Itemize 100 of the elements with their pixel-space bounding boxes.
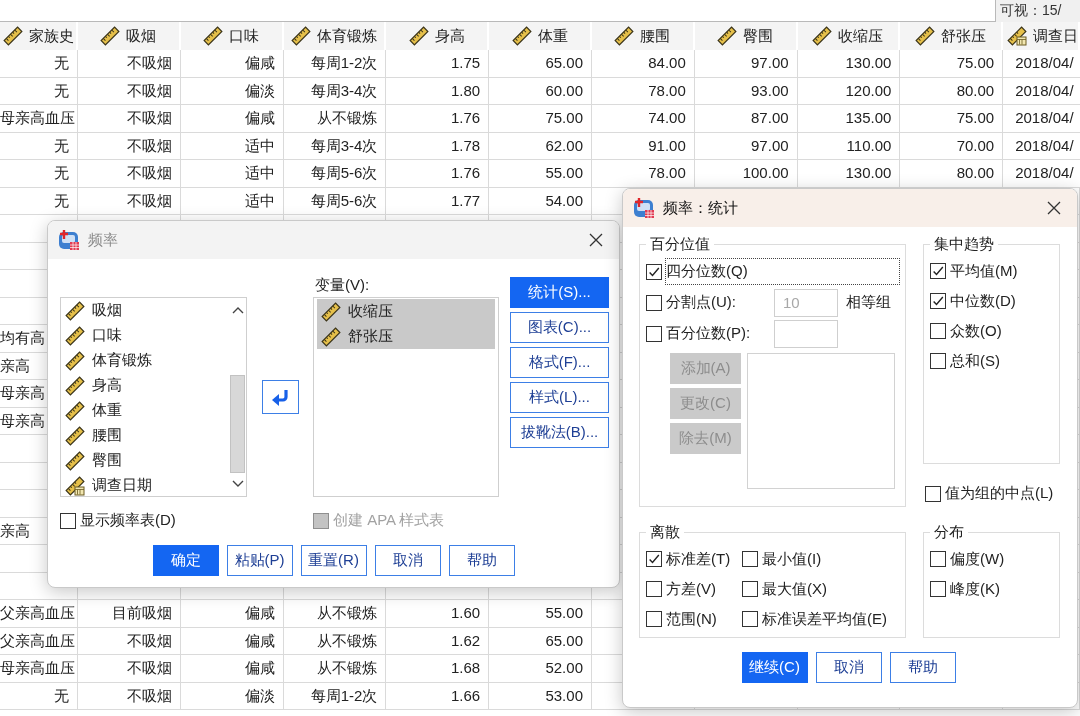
- checkbox[interactable]: [60, 512, 76, 529]
- header-cell[interactable]: 口味: [180, 22, 284, 50]
- checkbox[interactable]: [646, 551, 662, 567]
- checkbox-label: 偏度(W): [950, 549, 1005, 569]
- table-cell: 110.00: [797, 132, 901, 160]
- table-cell: 1.75: [386, 50, 490, 78]
- checkbox[interactable]: [646, 263, 662, 280]
- table-cell: 84.00: [592, 50, 695, 78]
- caret-down-icon[interactable]: [231, 480, 244, 488]
- checkbox[interactable]: [930, 323, 946, 339]
- header-cell[interactable]: 家族史: [0, 22, 78, 50]
- header-cell[interactable]: 体重: [489, 22, 592, 50]
- checkbox[interactable]: [930, 353, 946, 369]
- table-cell: 1.76: [386, 105, 490, 133]
- table-cell: 100.00: [694, 160, 798, 188]
- column-label: 腰围: [640, 26, 671, 46]
- table-cell: 55.00: [489, 160, 592, 188]
- scroll-thumb[interactable]: [230, 375, 245, 473]
- table-cell: 无: [0, 77, 78, 105]
- header-cell[interactable]: 调查日: [1003, 22, 1080, 50]
- group-title: 分布: [933, 523, 965, 542]
- dialog-button[interactable]: 取消: [374, 545, 441, 576]
- table-cell: 70.00: [900, 132, 1004, 160]
- table-cell: 53.00: [489, 682, 592, 710]
- dialog-button[interactable]: 拔靴法(B)...: [510, 417, 609, 448]
- header-cell[interactable]: 吸烟: [78, 22, 181, 50]
- table-cell: 60.00: [489, 77, 592, 105]
- number-field: 10: [774, 288, 838, 317]
- table-cell: 不吸烟: [78, 682, 181, 710]
- table-cell: 65.00: [489, 50, 592, 78]
- list-item[interactable]: 舒张压: [317, 324, 495, 349]
- table-cell: 1.78: [386, 132, 490, 160]
- table-cell: 从不锻炼: [283, 600, 387, 628]
- table-cell: 从不锻炼: [283, 655, 387, 683]
- dialog-button[interactable]: 格式(F)...: [510, 347, 609, 378]
- column-label: 体重: [537, 26, 568, 46]
- caret-up-icon[interactable]: [231, 306, 244, 314]
- checkbox[interactable]: [930, 293, 946, 309]
- checkbox[interactable]: [742, 551, 758, 567]
- checkbox[interactable]: [646, 611, 662, 627]
- dialog-button[interactable]: 重置(R): [300, 545, 367, 576]
- dialog-button[interactable]: 统计(S)...: [510, 277, 609, 308]
- table-cell: 93.00: [694, 77, 798, 105]
- list-item[interactable]: 收缩压: [317, 299, 495, 324]
- checkbox-label: 标准差(T): [666, 549, 731, 569]
- dialog-button[interactable]: 继续(C): [741, 652, 808, 683]
- list-item[interactable]: 臀围: [61, 448, 229, 473]
- table-cell: 1.68: [386, 655, 490, 683]
- table-cell: 75.00: [489, 105, 592, 133]
- table-cell: 不吸烟: [78, 160, 181, 188]
- checkbox[interactable]: [646, 325, 662, 342]
- checkbox[interactable]: [930, 263, 946, 279]
- header-cell[interactable]: 舒张压: [900, 22, 1004, 50]
- dialog-button[interactable]: 帮助: [448, 545, 515, 576]
- checkbox-label: 百分位数(P):: [666, 324, 751, 343]
- table-cell: 每周5-6次: [283, 187, 387, 215]
- table-cell: 78.00: [592, 160, 695, 188]
- dialog-button[interactable]: 样式(L)...: [510, 382, 609, 413]
- dialog-button[interactable]: 取消: [815, 652, 882, 683]
- table-cell: 97.00: [694, 50, 798, 78]
- table-cell: 52.00: [489, 655, 592, 683]
- checkbox[interactable]: [646, 581, 662, 597]
- checkbox[interactable]: [646, 294, 662, 311]
- table-cell: 无: [0, 160, 78, 188]
- header-cell[interactable]: 腰围: [592, 22, 695, 50]
- cell-editor-field[interactable]: [0, 0, 996, 22]
- table-cell: 每周3-4次: [283, 77, 387, 105]
- dialog-button[interactable]: 帮助: [889, 652, 956, 683]
- table-cell: 每周3-4次: [283, 132, 387, 160]
- checkbox[interactable]: [930, 551, 946, 567]
- table-cell: 74.00: [592, 105, 695, 133]
- table-cell: 130.00: [797, 160, 901, 188]
- table-cell: 1.60: [386, 600, 490, 628]
- group-title: 集中趋势: [933, 235, 995, 254]
- percentile-list[interactable]: [747, 353, 895, 489]
- checkbox[interactable]: [742, 581, 758, 597]
- checkbox-label: 范围(N): [666, 609, 717, 629]
- header-cell[interactable]: 臀围: [694, 22, 798, 50]
- dialog-title: 频率：统计: [663, 198, 739, 218]
- header-cell[interactable]: 身高: [386, 22, 490, 50]
- checkbox[interactable]: [930, 581, 946, 597]
- checkbox[interactable]: [742, 611, 758, 627]
- table-cell: 每周1-2次: [283, 682, 387, 710]
- table-cell: 1.76: [386, 160, 490, 188]
- table-cell: 母亲高血压: [0, 655, 78, 683]
- table-cell: 适中: [180, 187, 284, 215]
- list-item[interactable]: 调查日期: [61, 473, 229, 496]
- dialog-button[interactable]: 图表(C)...: [510, 312, 609, 343]
- number-field[interactable]: [774, 319, 838, 348]
- dialog-button[interactable]: 粘贴(P): [226, 545, 293, 576]
- checkbox[interactable]: [925, 485, 941, 502]
- list-item[interactable]: 吸烟: [61, 298, 229, 323]
- header-cell[interactable]: 收缩压: [797, 22, 901, 50]
- table-cell: 适中: [180, 160, 284, 188]
- header-cell[interactable]: 体育锻炼: [283, 22, 387, 50]
- table-cell: 父亲高血压: [0, 627, 78, 655]
- move-button[interactable]: [261, 380, 299, 414]
- dialog-button[interactable]: 确定: [152, 545, 219, 576]
- list-label: 变量(V):: [314, 275, 371, 295]
- table-cell: 无: [0, 132, 78, 160]
